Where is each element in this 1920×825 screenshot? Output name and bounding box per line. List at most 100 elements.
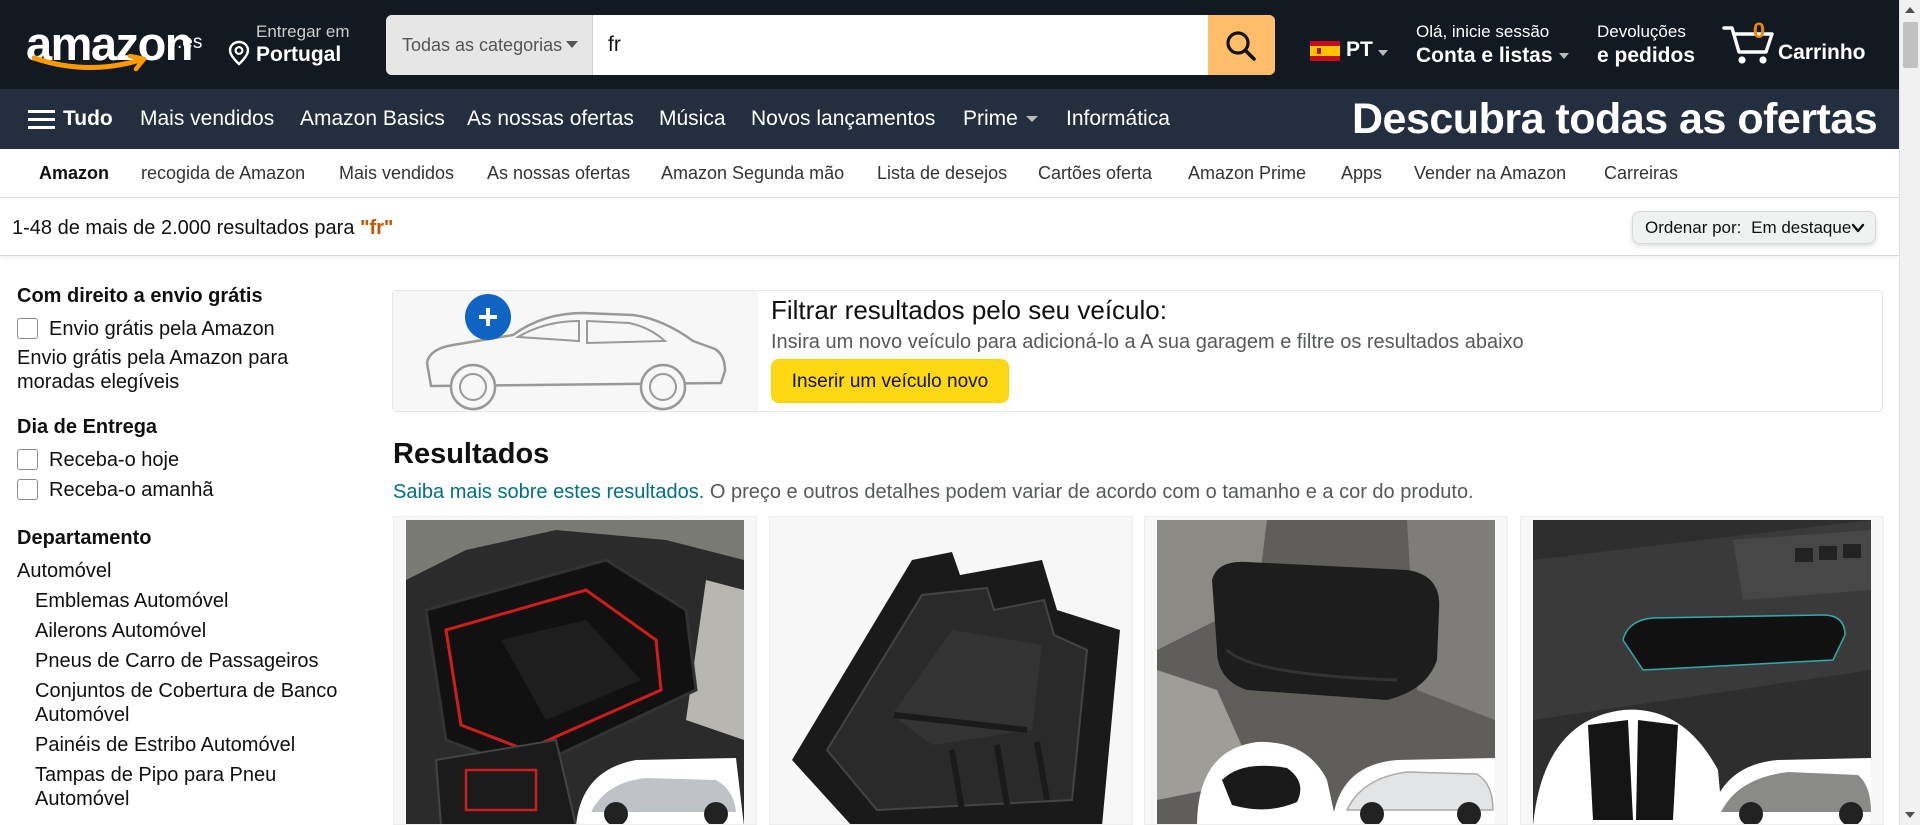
secnav-best-sellers[interactable]: Mais vendidos [339,149,454,198]
console-organizer-tray-image[interactable] [782,520,1120,824]
secnav-gift-cards[interactable]: Cartões oferta [1038,149,1152,198]
logo-tld: .es [177,32,203,53]
secnav-deals[interactable]: As nossas ofertas [487,149,630,198]
add-vehicle-plus-icon[interactable] [465,294,511,340]
secnav-prime[interactable]: Amazon Prime [1188,149,1306,198]
sort-value: Em destaque [1751,218,1852,237]
cart-button[interactable]: 0 Carrinho [1722,18,1872,73]
deliver-to-location[interactable]: Entregar em Portugal [226,22,366,70]
secnav-careers[interactable]: Carreiras [1604,149,1678,198]
vehicle-filter-widget: Filtrar resultados pelo seu veículo: Ins… [392,290,1883,412]
results-info-link[interactable]: Saiba mais sobre estes resultados. [393,481,704,503]
category-navigation-bar: Tudo Mais vendidos Amazon Basics As noss… [0,89,1899,149]
caret-down-icon [1025,116,1038,123]
checkbox-icon [17,318,38,339]
vehicle-filter-title: Filtrar resultados pelo seu veículo: [771,295,1167,325]
returns-label: Devoluções [1597,22,1686,41]
delivery-today-label: Receba-o hoje [49,449,180,471]
free-shipping-option-label: Envio grátis pela Amazon [49,318,275,340]
department-heading: Departamento [17,527,152,549]
product-card[interactable] [393,516,757,825]
nav-amazon-basics[interactable]: Amazon Basics [300,89,445,149]
caret-down-icon [566,41,578,48]
scroll-down-arrow-icon[interactable] [1905,812,1915,818]
all-menu-button[interactable]: Tudo [28,89,113,149]
search-category-dropdown[interactable]: Todas as categorias [386,15,593,75]
nav-computers[interactable]: Informática [1066,89,1170,149]
orders-label: e pedidos [1597,44,1696,67]
sort-label: Ordenar por: [1645,218,1742,237]
results-heading: Resultados [393,438,550,470]
subdepartment-item[interactable]: Emblemas Automóvel [17,589,362,613]
free-shipping-checkbox[interactable]: Envio grátis pela Amazon [17,314,362,344]
secondary-navigation: Amazon recogida de Amazon Mais vendidos … [0,149,1899,198]
delivery-day-heading: Dia de Entrega [17,416,158,438]
deliver-country: Portugal [256,43,342,66]
results-note: O preço e outros detalhes podem variar d… [704,481,1474,503]
amazon-logo[interactable]: amazon .es [26,16,202,74]
hamburger-menu-icon [28,110,55,130]
language-code: PT [1346,38,1373,61]
spain-flag-icon [1310,41,1340,61]
results-count: 1-48 de mais de 2.000 resultados para "f… [12,217,393,240]
door-storage-box-image[interactable] [1533,520,1871,824]
free-shipping-note: Envio grátis pela Amazon para moradas el… [17,347,289,393]
top-navigation-bar: amazon .es Entregar em Portugal Todas as… [0,0,1899,89]
secnav-sell[interactable]: Vender na Amazon [1414,149,1566,198]
checkbox-icon [17,479,38,500]
secnav-apps[interactable]: Apps [1341,149,1382,198]
delivery-today-checkbox[interactable]: Receba-o hoje [17,445,362,475]
armrest-cover-image[interactable] [1157,520,1495,824]
car-outline-icon [425,311,727,411]
nav-best-sellers[interactable]: Mais vendidos [140,89,274,149]
smile-arrow-icon [32,54,147,72]
scroll-up-arrow-icon[interactable] [1905,7,1915,13]
all-menu-label: Tudo [63,107,113,130]
search-bar: Todas as categorias [386,15,1275,75]
location-pin-icon [228,40,250,66]
secnav-wishlist[interactable]: Lista de desejos [877,149,1007,198]
product-card[interactable] [769,516,1133,825]
returns-and-orders[interactable]: Devoluções e pedidos [1597,22,1707,68]
delivery-tomorrow-label: Receba-o amanhã [49,479,214,501]
page-scrollbar[interactable] [1899,0,1920,825]
results-info-bar: 1-48 de mais de 2.000 resultados para "f… [0,199,1899,256]
nav-new-releases[interactable]: Novos lançamentos [751,89,935,149]
secnav-pickup[interactable]: recogida de Amazon [141,149,305,198]
subdepartment-item[interactable]: Ailerons Automóvel [17,619,362,643]
results-subtitle: Saiba mais sobre estes resultados. O pre… [393,481,1474,504]
secnav-second-hand[interactable]: Amazon Segunda mão [661,149,844,198]
account-and-lists[interactable]: Olá, inicie sessão Conta e listas [1416,22,1576,68]
sort-dropdown[interactable]: Ordenar por: Em destaque [1632,211,1876,244]
nav-prime[interactable]: Prime [963,89,1038,149]
subdepartment-item[interactable]: Pneus de Carro de Passageiros [17,649,362,673]
department-automotive[interactable]: Automóvel [17,559,362,583]
search-input[interactable] [594,15,1194,75]
armrest-storage-tray-image[interactable] [406,520,744,824]
nav-prime-label: Prime [963,107,1018,130]
product-card[interactable] [1144,516,1508,825]
search-button[interactable] [1208,15,1275,75]
deliver-label: Entregar em [256,22,350,41]
scrollbar-thumb[interactable] [1903,22,1918,68]
caret-down-icon [1558,53,1569,60]
subdepartment-item[interactable]: Painéis de Estribo Automóvel [17,733,362,757]
nav-music[interactable]: Música [659,89,726,149]
cart-count: 0 [1752,18,1766,43]
filters-sidebar: Com direito a envio grátis Envio grátis … [17,285,362,811]
subdepartment-item[interactable]: Tampas de Pipo para Pneu Automóvel [17,763,362,811]
vehicle-image[interactable] [393,291,758,411]
product-card[interactable] [1520,516,1884,825]
subdepartment-item[interactable]: Conjuntos de Cobertura de Banco Automóve… [17,679,362,727]
add-vehicle-button[interactable]: Inserir um veículo novo [771,359,1009,403]
nav-our-deals[interactable]: As nossas ofertas [467,89,634,149]
secnav-amazon[interactable]: Amazon [39,149,109,198]
free-shipping-heading: Com direito a envio grátis [17,285,263,307]
cart-label: Carrinho [1778,41,1866,64]
account-lists-label: Conta e listas [1416,44,1576,68]
chevron-down-icon [1851,223,1865,233]
search-icon [1226,31,1256,61]
account-lists-text: Conta e listas [1416,44,1553,67]
delivery-tomorrow-checkbox[interactable]: Receba-o amanhã [17,475,362,505]
deals-promo-banner[interactable]: Descubra todas as ofertas [1352,89,1878,149]
